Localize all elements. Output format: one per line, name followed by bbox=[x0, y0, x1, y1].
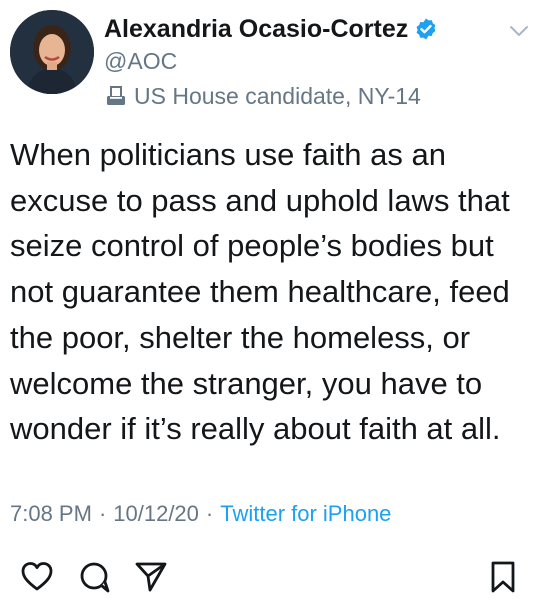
chevron-down-icon[interactable] bbox=[508, 20, 530, 42]
tweet-text: When politicians use faith as an excuse … bbox=[10, 137, 510, 447]
candidate-label-row: US House candidate, NY-14 bbox=[104, 80, 500, 112]
tweet-time[interactable]: 7:08 PM bbox=[10, 501, 92, 527]
verified-badge-icon bbox=[414, 17, 438, 41]
meta-separator: · bbox=[98, 501, 107, 526]
meta-separator: · bbox=[205, 501, 214, 526]
bookmark-icon[interactable] bbox=[486, 560, 520, 594]
ballot-box-icon bbox=[104, 84, 128, 108]
tweet-source-link[interactable]: Twitter for iPhone bbox=[220, 501, 391, 527]
author-handle[interactable]: @AOC bbox=[104, 46, 500, 76]
tweet-header: Alexandria Ocasio-Cortez @AOC US House c… bbox=[104, 14, 500, 112]
tweet-meta: 7:08 PM · 10/12/20 · Twitter for iPhone bbox=[10, 501, 391, 527]
comment-icon[interactable] bbox=[78, 560, 112, 594]
tweet-date[interactable]: 10/12/20 bbox=[113, 501, 199, 527]
author-name[interactable]: Alexandria Ocasio-Cortez bbox=[104, 15, 408, 44]
heart-icon[interactable] bbox=[20, 560, 54, 594]
candidate-label: US House candidate, NY-14 bbox=[134, 82, 421, 109]
avatar[interactable] bbox=[10, 10, 94, 94]
action-bar bbox=[0, 560, 540, 600]
share-icon[interactable] bbox=[134, 560, 168, 594]
author-row: Alexandria Ocasio-Cortez bbox=[104, 14, 500, 44]
